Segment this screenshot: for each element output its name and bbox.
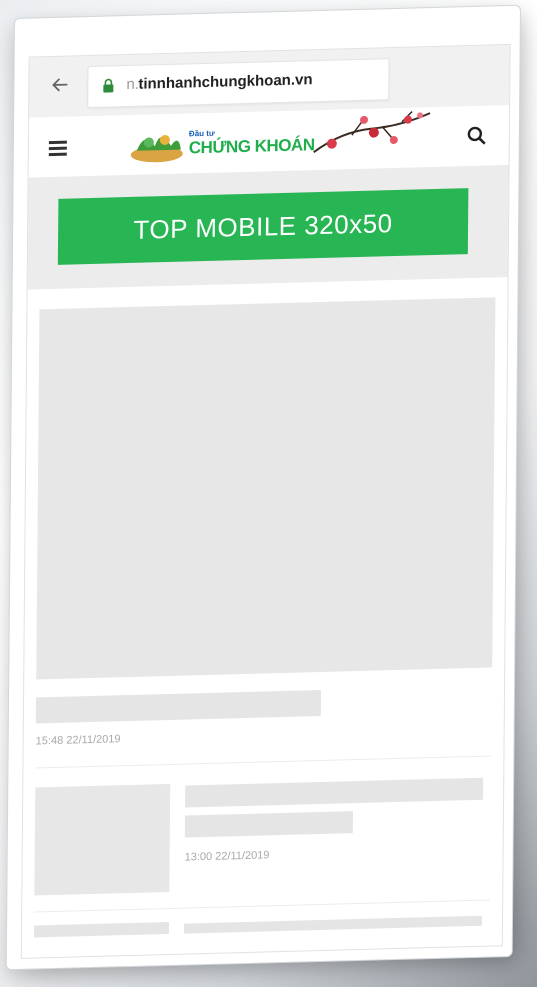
site-logo[interactable]: Đầu tư CHỨNG KHOÁN (127, 111, 431, 171)
featured-article-timestamp: 15:48 22/11/2019 (35, 733, 121, 748)
blossom-branch-decoration (313, 111, 431, 153)
lock-icon (102, 78, 114, 93)
divider (35, 755, 492, 769)
back-arrow-icon[interactable] (49, 73, 73, 98)
ad-area: TOP MOBILE 320x50 (27, 165, 509, 290)
article-thumbnail-placeholder[interactable] (34, 783, 171, 896)
article-feed: 15:48 22/11/2019 13:00 22/11/2019 (21, 277, 508, 958)
article-timestamp: 13:00 22/11/2019 (184, 849, 270, 864)
article-title-line-1-placeholder[interactable] (185, 777, 484, 808)
search-icon[interactable] (467, 126, 487, 147)
logo-main-text: CHỨNG KHOÁN (188, 135, 315, 158)
top-mobile-ad-banner[interactable]: TOP MOBILE 320x50 (57, 188, 469, 265)
featured-article-title-placeholder[interactable] (35, 689, 322, 724)
phone-frame: n. tinnhanhchungkhoan.vn Đầu tư CHỨNG KH… (5, 4, 521, 971)
article-title-line-2-placeholder[interactable] (184, 811, 353, 838)
url-prefix: n. (126, 75, 139, 94)
featured-article-image-placeholder[interactable] (36, 297, 496, 680)
url-field[interactable]: n. tinnhanhchungkhoan.vn (87, 58, 390, 109)
phone-screen: n. tinnhanhchungkhoan.vn Đầu tư CHỨNG KH… (20, 43, 511, 959)
next-article-placeholder-left[interactable] (33, 921, 170, 938)
divider (34, 899, 491, 913)
logo-emblem-icon (130, 135, 183, 163)
next-article-placeholder-right[interactable] (183, 915, 483, 934)
hamburger-menu-icon[interactable] (48, 140, 67, 157)
url-host: tinnhanhchungkhoan.vn (138, 71, 313, 93)
